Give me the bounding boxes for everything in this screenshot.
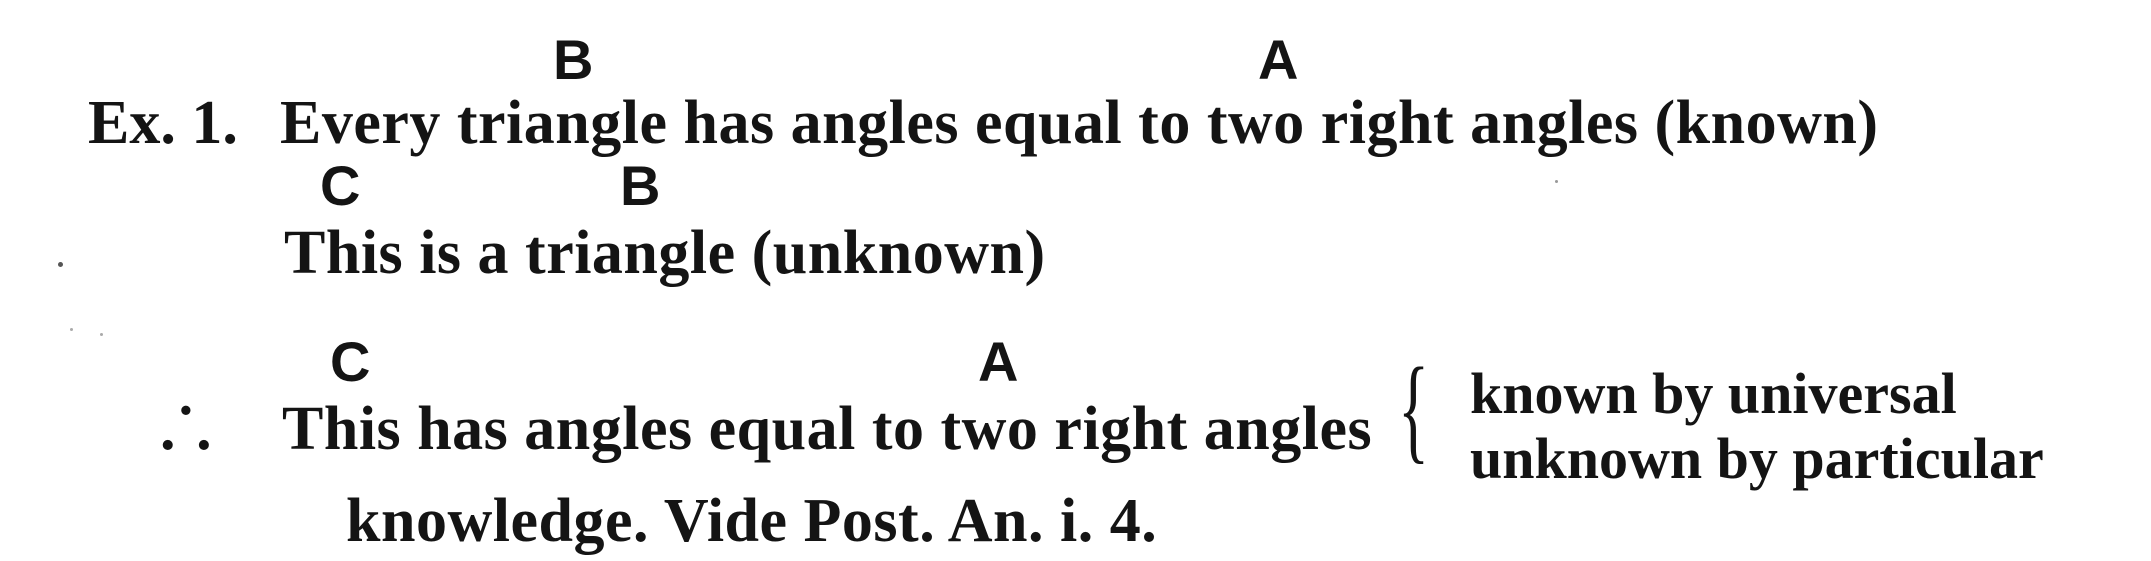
term-letter-c-conclusion: C bbox=[330, 330, 371, 393]
scan-speck bbox=[58, 262, 63, 267]
minor-premise-text: This is a triangle (unknown) bbox=[284, 219, 1046, 287]
conclusion-text: This has angles equal to two right angle… bbox=[282, 395, 1373, 463]
example-label: Ex. 1. bbox=[88, 89, 238, 157]
term-letter-b-major: B bbox=[553, 28, 594, 91]
scan-speck bbox=[70, 328, 73, 331]
term-letter-a-conclusion: A bbox=[978, 330, 1019, 393]
term-letter-a-major: A bbox=[1258, 28, 1299, 91]
major-premise-text: Every triangle has angles equal to two r… bbox=[280, 89, 1879, 157]
term-letter-b-minor: B bbox=[620, 154, 661, 217]
term-letter-c-minor: C bbox=[320, 154, 361, 217]
scan-speck bbox=[1555, 180, 1558, 183]
brace-line-unknown: unknown by particular bbox=[1470, 426, 2044, 491]
continuation-text: knowledge. Vide Post. An. i. 4. bbox=[346, 487, 1158, 555]
curly-brace-icon: { bbox=[1398, 343, 1430, 474]
scan-speck bbox=[100, 333, 103, 336]
therefore-symbol: .˙. bbox=[160, 395, 212, 463]
document-page: B A Ex. 1. Every triangle has angles equ… bbox=[0, 0, 2151, 561]
brace-line-known: known by universal bbox=[1470, 361, 1957, 426]
